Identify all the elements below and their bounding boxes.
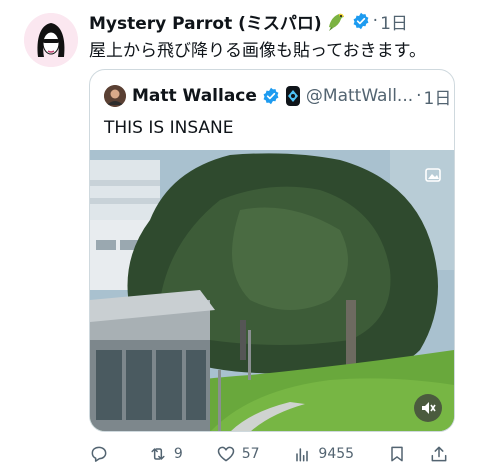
quoted-post-text: THIS IS INSANE — [104, 118, 234, 138]
quoted-author-avatar[interactable] — [104, 85, 126, 107]
reply-button[interactable] — [89, 444, 115, 464]
views-chart-icon — [296, 448, 309, 462]
like-count: 57 — [241, 446, 260, 462]
views-button[interactable]: 9455 — [292, 444, 354, 464]
quoted-author-name[interactable]: Matt Wallace — [132, 86, 257, 106]
share-icon — [431, 446, 447, 462]
separator-dot: · — [372, 11, 379, 31]
author-name[interactable]: Mystery Parrot (ミスパロ) — [89, 9, 322, 34]
video-player[interactable] — [90, 150, 454, 431]
quoted-post[interactable]: Matt Wallace @MattWall... · 1日 THIS IS I… — [89, 69, 455, 432]
like-button[interactable]: 57 — [216, 444, 260, 464]
secondary-actions — [387, 444, 449, 464]
avatar-illustration — [24, 13, 78, 67]
repost-button[interactable]: 9 — [148, 444, 183, 464]
parrot-emoji-icon — [325, 11, 347, 31]
speaker-muted-icon — [422, 402, 436, 414]
author-avatar[interactable] — [24, 13, 78, 67]
bookmark-button[interactable] — [387, 444, 407, 464]
quoted-separator-dot: · — [416, 86, 422, 106]
verified-badge-icon — [352, 12, 370, 30]
quoted-author-handle[interactable]: @MattWall... — [306, 86, 413, 106]
post-time[interactable]: 1日 — [380, 9, 408, 34]
post-header: Mystery Parrot (ミスパロ) · 1日 — [89, 8, 470, 34]
repost-icon — [151, 448, 165, 460]
affiliate-badge-icon — [285, 86, 300, 106]
quoted-post-header: Matt Wallace @MattWall... · 1日 — [104, 84, 451, 109]
mute-button[interactable] — [414, 394, 442, 422]
quoted-post-time[interactable]: 1日 — [424, 84, 452, 109]
post-actions-bar: 9 57 9455 — [89, 440, 449, 468]
bookmark-icon — [391, 446, 403, 462]
share-button[interactable] — [429, 444, 449, 464]
repost-count: 9 — [173, 446, 183, 462]
quoted-verified-badge-icon — [262, 87, 280, 105]
view-count: 9455 — [318, 446, 355, 462]
post-text: 屋上から飛び降りる画像も貼っておきます。 — [89, 41, 426, 61]
reply-icon — [91, 446, 107, 462]
image-overlay-icon[interactable] — [422, 164, 444, 186]
video-frame-image — [90, 150, 454, 431]
heart-icon — [217, 446, 234, 462]
